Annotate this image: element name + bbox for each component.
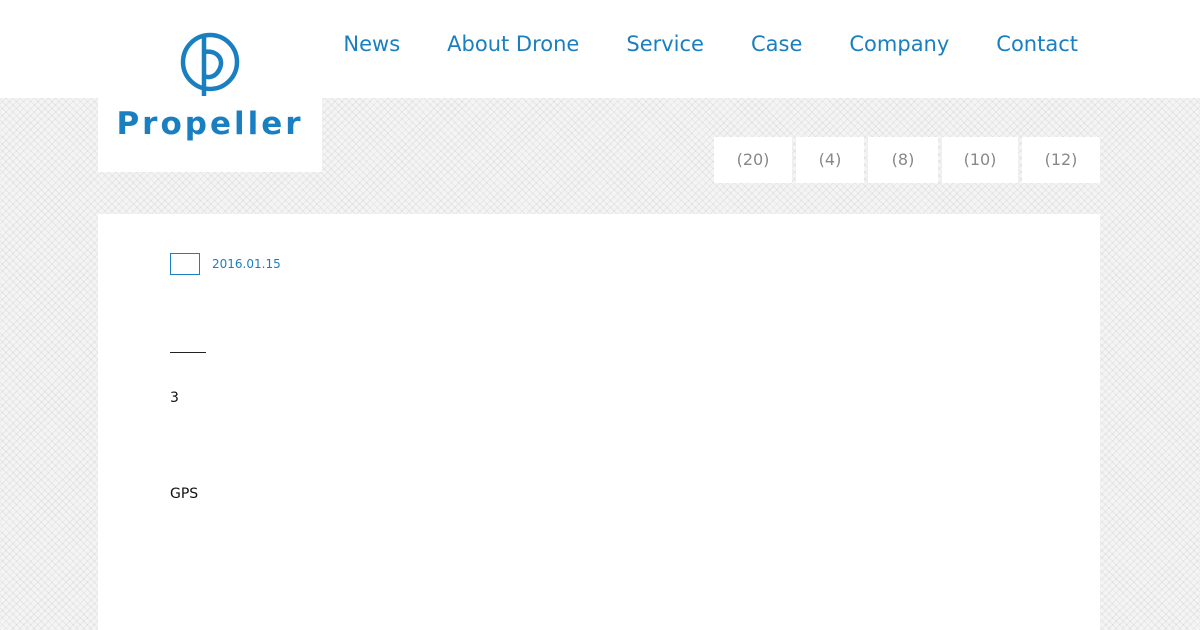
post-date: 2016.01.15 [212,257,281,271]
category-tab[interactable]: (20) [714,137,792,183]
article-panel: 2016.01.15 3 GPS [98,214,1100,630]
category-tab[interactable]: (4) [796,137,864,183]
body-paragraph: GPS [170,486,199,502]
nav-contact[interactable]: Contact [996,32,1078,56]
main-nav: News About Drone Service Case Company Co… [343,32,1078,56]
nav-company[interactable]: Company [849,32,949,56]
logo-link[interactable]: Propeller [98,0,322,172]
category-filter: (20) (4) (8) (10) (12) [714,137,1100,183]
nav-case[interactable]: Case [751,32,802,56]
category-badge [170,253,200,275]
category-tab[interactable]: (10) [942,137,1018,183]
nav-news[interactable]: News [343,32,400,56]
nav-service[interactable]: Service [626,32,704,56]
category-tab[interactable]: (8) [868,137,938,183]
title-divider [170,352,206,353]
logo-wordmark: Propeller [116,106,304,142]
propeller-logo-icon [180,32,240,96]
nav-about-drone[interactable]: About Drone [447,32,579,56]
body-paragraph: 3 [170,390,179,406]
category-tab[interactable]: (12) [1022,137,1100,183]
